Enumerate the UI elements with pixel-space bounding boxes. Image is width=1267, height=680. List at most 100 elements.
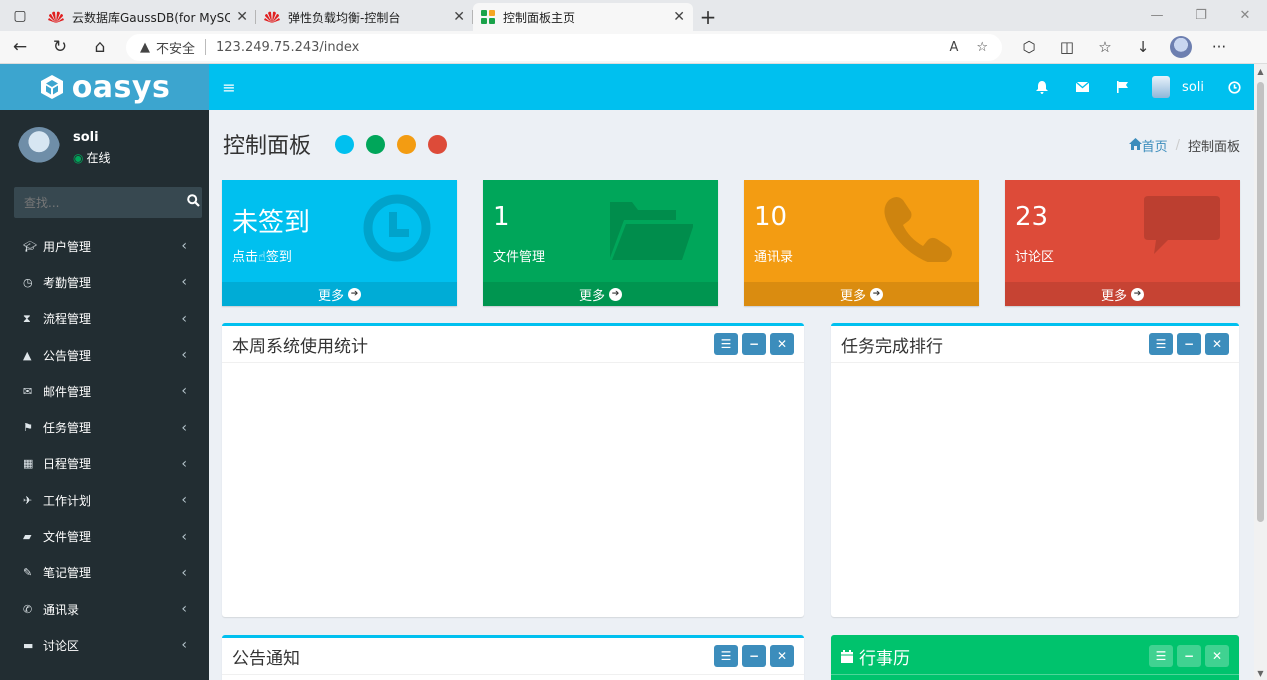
online-status-icon: ◉ xyxy=(73,150,84,165)
chevron-left-icon: ‹ xyxy=(181,492,187,509)
split-screen-icon[interactable]: ◫ xyxy=(1048,38,1086,56)
extensions-icon[interactable]: ⬡ xyxy=(1010,38,1048,56)
scroll-down-icon[interactable]: ▼ xyxy=(1254,669,1267,678)
sidebar-item-mail[interactable]: ✉ 邮件管理 ‹ xyxy=(0,373,209,409)
back-icon[interactable]: ← xyxy=(0,37,40,57)
search-icon[interactable] xyxy=(184,194,202,211)
bell-icon[interactable] xyxy=(1022,80,1062,94)
panel-title: 行事历 xyxy=(859,648,910,669)
user-menu[interactable]: soli xyxy=(1142,76,1214,98)
power-icon[interactable] xyxy=(1214,80,1254,94)
browser-tab-2[interactable]: 弹性负载均衡-控制台 ✕ xyxy=(256,3,473,31)
sidebar-item-attendance[interactable]: ◷ 考勤管理 ‹ xyxy=(0,264,209,300)
sign-in-link[interactable]: 点击☝签到 xyxy=(232,246,292,265)
page-scrollbar[interactable]: ▲ ▼ xyxy=(1254,64,1267,680)
browser-tab-3[interactable]: 控制面板主页 ✕ xyxy=(473,3,693,31)
close-icon[interactable]: ✕ xyxy=(236,9,248,25)
more-icon[interactable]: ··· xyxy=(1200,38,1238,56)
graduation-cap-icon: 🎓︎ xyxy=(23,239,37,253)
scrollbar-thumb[interactable] xyxy=(1257,82,1264,522)
more-label: 更多 xyxy=(839,288,866,304)
chevron-left-icon: ‹ xyxy=(181,310,187,327)
more-label: 更多 xyxy=(317,288,344,304)
avatar xyxy=(1152,76,1171,98)
sidebar-item-work-plan[interactable]: ✈ 工作计划 ‹ xyxy=(0,482,209,518)
close-icon[interactable]: ✕ xyxy=(673,9,685,25)
flag-icon[interactable] xyxy=(1102,81,1142,93)
close-icon[interactable]: ✕ xyxy=(1205,333,1229,355)
browser-tab-1[interactable]: 云数据库GaussDB(for MySQL)-控 ✕ xyxy=(40,3,256,31)
close-icon[interactable]: ✕ xyxy=(453,9,465,25)
restore-icon[interactable]: ❐ xyxy=(1179,0,1223,31)
list-icon[interactable]: ☰ xyxy=(1149,333,1173,355)
sidebar-item-user-management[interactable]: 🎓︎ 用户管理 ‹ xyxy=(0,228,209,264)
home-icon[interactable] xyxy=(1128,137,1142,154)
app-logo[interactable]: oasys xyxy=(0,64,209,110)
refresh-icon[interactable]: ↻ xyxy=(40,37,80,57)
sidebar-item-schedule[interactable]: ▦ 日程管理 ‹ xyxy=(0,446,209,482)
home-icon[interactable]: ⌂ xyxy=(80,37,120,57)
sidebar-toggle-icon[interactable]: ≡ xyxy=(209,78,249,97)
read-aloud-icon[interactable]: A xyxy=(949,40,958,55)
theme-dot-green[interactable] xyxy=(366,134,386,154)
more-link[interactable]: 更多 ➔ xyxy=(1005,282,1240,306)
envelope-icon[interactable] xyxy=(1062,82,1102,92)
collapse-icon[interactable]: − xyxy=(1177,645,1201,667)
avatar xyxy=(18,126,60,169)
close-icon[interactable]: ✕ xyxy=(770,333,794,355)
tab-actions-icon[interactable]: ▢ xyxy=(0,0,40,31)
sidebar-item-contacts[interactable]: ✆ 通讯录 ‹ xyxy=(0,591,209,627)
breadcrumb-separator: / xyxy=(1175,138,1180,153)
breadcrumb-current: 控制面板 xyxy=(1187,140,1240,155)
theme-dot-blue[interactable] xyxy=(335,134,355,154)
sidebar-item-files[interactable]: ▰ 文件管理 ‹ xyxy=(0,518,209,554)
url-field[interactable]: ▲ 不安全 123.249.75.243/index A ☆ xyxy=(126,33,1002,61)
sidebar-item-process[interactable]: ⧗ 流程管理 ‹ xyxy=(0,301,209,337)
stat-box-discussion[interactable]: 23 讨论区 更多 ➔ xyxy=(1005,180,1240,306)
close-window-icon[interactable]: ✕ xyxy=(1223,0,1267,31)
list-icon[interactable]: ☰ xyxy=(714,333,738,355)
folder-open-icon: ▰ xyxy=(23,530,32,544)
bell-icon: ▲ xyxy=(23,348,32,362)
minimize-icon[interactable]: — xyxy=(1135,0,1179,31)
stat-box-sign-in[interactable]: 未签到 点击☝签到 更多 ➔ xyxy=(222,180,457,306)
url-text[interactable]: 123.249.75.243/index xyxy=(216,40,359,55)
stat-label: 讨论区 xyxy=(1015,250,1055,265)
list-icon[interactable]: ☰ xyxy=(1149,645,1173,667)
warning-icon[interactable]: ▲ xyxy=(140,40,150,55)
search-input[interactable] xyxy=(14,195,184,210)
download-icon[interactable]: ↓ xyxy=(1124,38,1162,56)
chevron-left-icon: ‹ xyxy=(181,274,187,291)
sidebar-item-discussion[interactable]: ▬ 讨论区 ‹ xyxy=(0,627,209,663)
more-link[interactable]: 更多 ➔ xyxy=(483,282,718,306)
theme-dot-orange[interactable] xyxy=(397,134,417,154)
breadcrumb-home[interactable]: 首页 xyxy=(1142,136,1168,155)
edit-icon: ✎ xyxy=(23,566,33,580)
close-icon[interactable]: ✕ xyxy=(770,645,794,667)
chevron-left-icon: ‹ xyxy=(181,383,187,400)
list-icon[interactable]: ☰ xyxy=(714,645,738,667)
scroll-up-icon[interactable]: ▲ xyxy=(1254,67,1267,76)
sidebar-item-notes[interactable]: ✎ 笔记管理 ‹ xyxy=(0,555,209,591)
collapse-icon[interactable]: − xyxy=(742,645,766,667)
new-tab-button[interactable]: + xyxy=(693,3,723,31)
more-link[interactable]: 更多 ➔ xyxy=(222,282,457,306)
tab-title: 控制面板主页 xyxy=(503,10,576,25)
clock-icon: ◷ xyxy=(23,275,33,289)
sidebar-item-announcements[interactable]: ▲ 公告管理 ‹ xyxy=(0,337,209,373)
sidebar-item-label: 考勤管理 xyxy=(43,275,92,290)
collapse-icon[interactable]: − xyxy=(742,333,766,355)
sidebar-item-tasks[interactable]: ⚑ 任务管理 ‹ xyxy=(0,409,209,445)
theme-dot-red[interactable] xyxy=(428,134,448,154)
stat-box-contacts[interactable]: 10 通讯录 更多 ➔ xyxy=(744,180,979,306)
profile-avatar[interactable] xyxy=(1170,36,1192,58)
close-icon[interactable]: ✕ xyxy=(1205,645,1229,667)
security-label[interactable]: 不安全 xyxy=(156,38,195,57)
favorite-add-icon[interactable]: ☆ xyxy=(976,40,988,55)
stat-box-files[interactable]: 1 文件管理 更多 ➔ xyxy=(483,180,718,306)
user-panel: soli ◉ 在线 xyxy=(0,110,209,185)
stat-label: 通讯录 xyxy=(754,250,794,265)
more-link[interactable]: 更多 ➔ xyxy=(744,282,979,306)
collapse-icon[interactable]: − xyxy=(1177,333,1201,355)
favorites-icon[interactable]: ☆ xyxy=(1086,38,1124,56)
